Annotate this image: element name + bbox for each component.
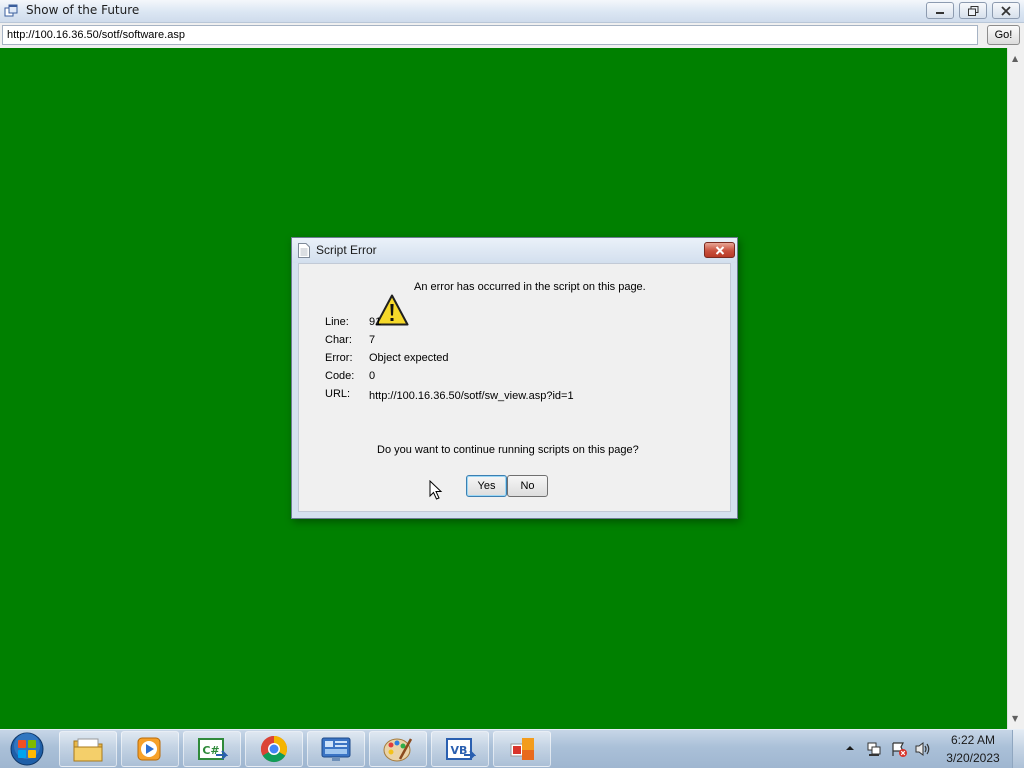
address-bar: Go!	[0, 23, 1024, 48]
remote-desktop-icon	[321, 737, 351, 761]
error-label: Error:	[325, 352, 353, 364]
document-icon	[298, 243, 310, 258]
window-title: Show of the Future	[26, 3, 140, 17]
media-player-icon	[137, 737, 161, 761]
continue-question: Do you want to continue running scripts …	[377, 444, 639, 456]
windows-explorer-icon	[73, 738, 103, 762]
dialog-close-button[interactable]	[704, 242, 735, 258]
taskbar-chrome[interactable]	[245, 731, 303, 767]
restore-icon	[967, 5, 978, 16]
window-title-bar[interactable]: Show of the Future	[0, 0, 1024, 23]
taskbar-windows-explorer[interactable]	[59, 731, 117, 767]
url-input[interactable]	[2, 25, 978, 45]
script-error-dialog: Script Error An error has occurred in th…	[291, 237, 738, 519]
mouse-cursor-icon	[429, 480, 443, 500]
code-label: Code:	[325, 370, 355, 382]
go-button[interactable]: Go!	[987, 25, 1020, 45]
show-hidden-icons-icon[interactable]	[845, 743, 855, 753]
char-value: 7	[369, 334, 376, 346]
office-icon	[510, 738, 534, 760]
no-button[interactable]: No	[507, 475, 548, 497]
minimize-icon	[936, 11, 944, 14]
close-button[interactable]	[992, 2, 1020, 19]
visual-basic-express-icon: VB	[446, 738, 476, 760]
line-value: 91	[369, 316, 382, 328]
taskbar-remote-desktop[interactable]	[307, 731, 365, 767]
close-icon	[715, 245, 724, 255]
dialog-title-bar[interactable]: Script Error	[292, 238, 737, 263]
url-value: http://100.16.36.50/sotf/sw_view.asp?id=…	[369, 390, 574, 402]
error-message: An error has occurred in the script on t…	[414, 281, 646, 293]
paint-icon	[383, 738, 413, 762]
taskbar: C# VB 6:22 AM 3/20/2023	[0, 729, 1024, 768]
csharp-express-icon: C#	[198, 738, 228, 760]
app-window-icon	[4, 4, 18, 17]
dialog-title: Script Error	[316, 243, 377, 257]
minimize-button[interactable]	[926, 2, 954, 19]
action-center-icon[interactable]	[890, 741, 908, 758]
code-value: 0	[369, 370, 376, 382]
clock-date[interactable]: 3/20/2023	[938, 751, 1008, 765]
taskbar-paint[interactable]	[369, 731, 427, 767]
show-desktop-button[interactable]	[1012, 730, 1024, 768]
close-icon	[1001, 5, 1011, 16]
scroll-up-arrow-icon[interactable]: ▲	[1012, 54, 1018, 63]
taskbar-office[interactable]	[493, 731, 551, 767]
url-label: URL:	[325, 388, 351, 400]
taskbar-media-player[interactable]	[121, 731, 179, 767]
vertical-scrollbar[interactable]: ▲ ▼	[1007, 48, 1024, 729]
network-icon[interactable]	[866, 741, 882, 757]
start-button[interactable]	[4, 731, 50, 767]
taskbar-visual-basic-express[interactable]: VB	[431, 731, 489, 767]
error-value: Object expected	[369, 352, 449, 364]
restore-button[interactable]	[959, 2, 987, 19]
scroll-down-arrow-icon[interactable]: ▼	[1012, 714, 1018, 723]
char-label: Char:	[325, 334, 352, 346]
yes-button[interactable]: Yes	[466, 475, 507, 497]
line-label: Line:	[325, 316, 349, 328]
volume-icon[interactable]	[914, 741, 932, 757]
clock-time[interactable]: 6:22 AM	[938, 733, 1008, 747]
taskbar-csharp-express[interactable]: C#	[183, 731, 241, 767]
chrome-icon	[260, 735, 288, 763]
